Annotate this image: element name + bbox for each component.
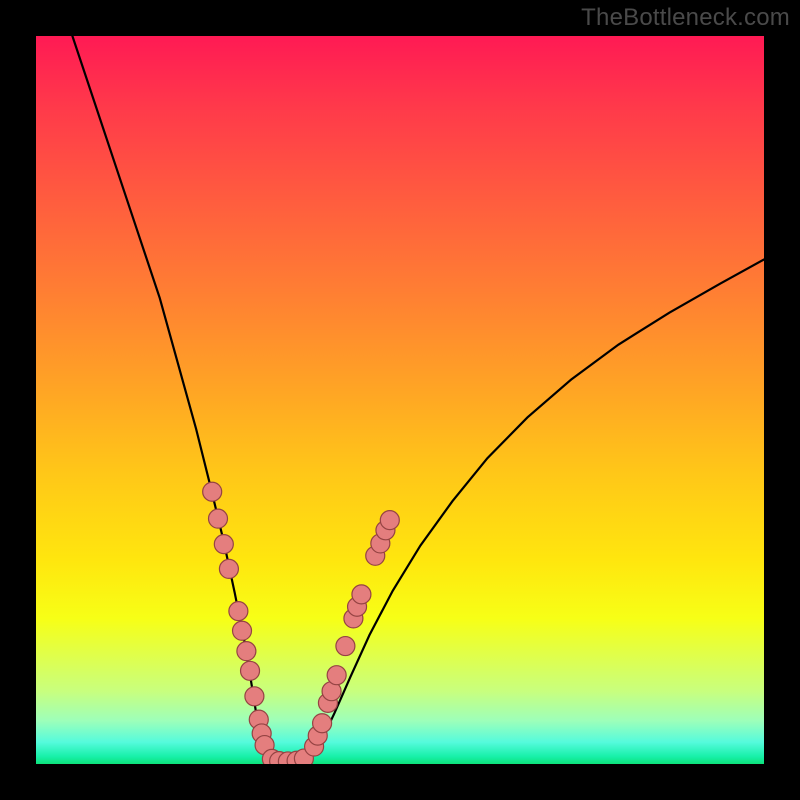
chart-markers — [203, 482, 400, 764]
chart-marker — [203, 482, 222, 501]
chart-svg — [36, 36, 764, 764]
chart-marker — [245, 687, 264, 706]
chart-marker — [336, 637, 355, 656]
chart-marker — [219, 559, 238, 578]
chart-plot-area — [36, 36, 764, 764]
chart-curve — [72, 36, 764, 762]
chart-marker — [209, 509, 228, 528]
chart-marker — [233, 621, 252, 640]
chart-marker — [380, 511, 399, 530]
watermark-text: TheBottleneck.com — [581, 4, 790, 32]
chart-marker — [241, 661, 260, 680]
chart-marker — [229, 602, 248, 621]
chart-marker — [214, 535, 233, 554]
chart-marker — [352, 585, 371, 604]
chart-marker — [237, 642, 256, 661]
chart-marker — [313, 714, 332, 733]
chart-marker — [327, 666, 346, 685]
